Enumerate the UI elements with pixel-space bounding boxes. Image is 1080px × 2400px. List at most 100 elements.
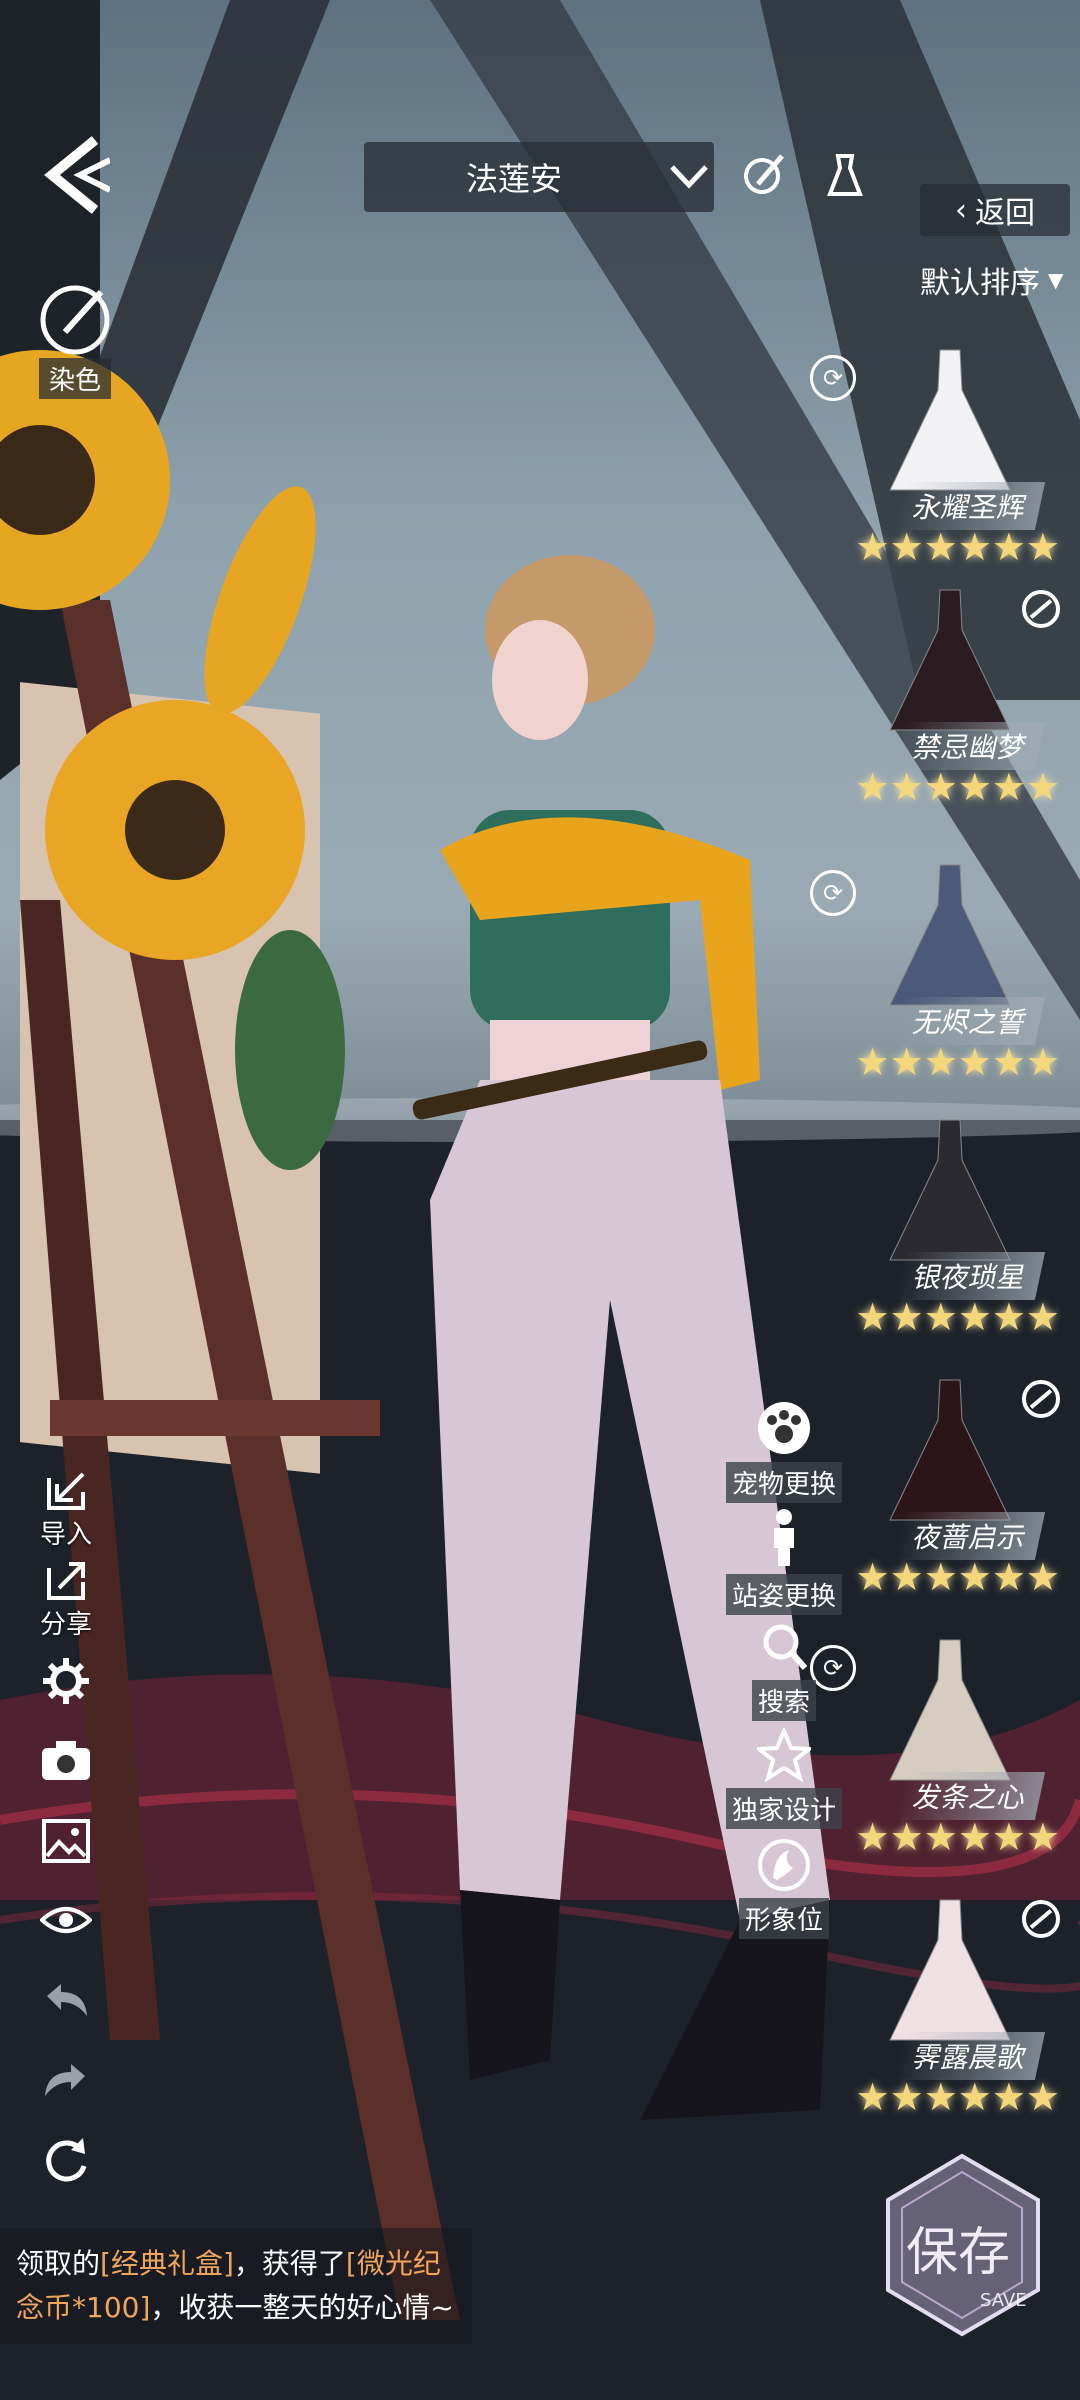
outfit-name: 永耀圣辉 — [894, 482, 1046, 530]
outfit-thumbnail — [889, 1899, 1011, 2041]
star-icon: ★ — [889, 1295, 924, 1339]
paw-icon — [758, 1402, 810, 1454]
save-sub-label: SAVE — [980, 2290, 1027, 2311]
share-button[interactable]: 分享 — [34, 1558, 98, 1641]
character-name: 法莲安 — [465, 160, 562, 198]
image-slot-button[interactable]: 形象位 — [725, 1838, 843, 1939]
star-icon: ★ — [957, 1040, 992, 1084]
settings-button[interactable] — [34, 1656, 98, 1706]
star-icon: ★ — [957, 525, 992, 569]
redo-button[interactable] — [34, 2060, 98, 2100]
star-icon: ★ — [923, 1555, 958, 1599]
star-icon: ★ — [923, 525, 958, 569]
star-icon: ★ — [991, 1295, 1026, 1339]
portrait-icon — [758, 1839, 810, 1891]
star-icon: ★ — [923, 1295, 958, 1339]
message-suffix: ，收获一整天的好心情~ — [150, 2291, 454, 2324]
edit-button[interactable] — [740, 150, 790, 200]
swap-icon[interactable]: ⟳ — [810, 870, 856, 916]
star-icon: ★ — [991, 765, 1026, 809]
star-icon: ★ — [855, 1040, 890, 1084]
star-icon: ★ — [991, 1040, 1026, 1084]
outfit-thumbnail — [889, 864, 1011, 1006]
redo-icon — [45, 2064, 85, 2096]
outfit-name: 无烬之誓 — [894, 997, 1046, 1045]
outfit-star-rating: ★ ★ ★ ★ ★ ★ — [856, 1815, 1060, 1859]
star-outline-icon — [757, 1728, 811, 1782]
star-icon: ★ — [1025, 765, 1060, 809]
swap-icon[interactable]: ⟳ — [810, 355, 856, 401]
outfit-item[interactable]: 夜蔷启示 ★ ★ ★ ★ ★ ★ — [820, 1370, 1060, 1610]
gallery-button[interactable] — [34, 1818, 98, 1864]
pet-change-label: 宠物更换 — [725, 1462, 842, 1503]
undo-button[interactable] — [34, 1980, 98, 2020]
back-arrow-icon: ‹ — [955, 192, 967, 228]
visibility-button[interactable] — [34, 1900, 98, 1940]
reset-button[interactable] — [34, 2136, 98, 2186]
outfit-item[interactable]: 发条之心 ★ ★ ★ ★ ★ ★ ⟳ — [810, 1630, 1060, 1870]
refresh-icon — [46, 2138, 87, 2182]
share-icon — [47, 1562, 85, 1600]
palette-brush-icon — [40, 285, 110, 355]
outfit-item[interactable]: 霁露晨歌 ★ ★ ★ ★ ★ ★ — [820, 1890, 1060, 2130]
search-icon — [763, 1624, 808, 1670]
star-icon: ★ — [889, 1555, 924, 1599]
undo-icon — [47, 1984, 87, 2016]
outfit-item[interactable]: 银夜琐星 ★ ★ ★ ★ ★ ★ — [820, 1110, 1060, 1350]
save-button[interactable]: 保存 SAVE — [880, 2150, 1045, 2340]
star-icon: ★ — [991, 2075, 1026, 2119]
star-icon: ★ — [991, 1555, 1026, 1599]
back-label: 返回 — [975, 196, 1035, 231]
character-selector[interactable]: 法莲安 — [364, 142, 714, 212]
outfit-name: 银夜琐星 — [894, 1252, 1046, 1300]
exclusive-design-button[interactable]: 独家设计 — [725, 1728, 843, 1829]
star-icon: ★ — [855, 1815, 890, 1859]
triangle-down-icon: ▼ — [1048, 268, 1064, 292]
camera-icon — [42, 1741, 90, 1780]
eye-icon — [40, 1907, 92, 1933]
dye-label: 染色 — [38, 358, 111, 399]
outfit-name: 发条之心 — [894, 1772, 1046, 1820]
outfit-button[interactable] — [820, 150, 870, 200]
star-icon: ★ — [957, 2075, 992, 2119]
back-button[interactable]: ‹ 返回 — [920, 184, 1070, 236]
outfit-item[interactable]: 永耀圣辉 ★ ★ ★ ★ ★ ★ ⟳ — [810, 340, 1060, 580]
sort-dropdown[interactable]: 默认排序 ▼ — [920, 258, 1063, 302]
star-icon: ★ — [1025, 1295, 1060, 1339]
share-label: 分享 — [39, 1610, 92, 1640]
outfit-name: 霁露晨歌 — [894, 2032, 1046, 2080]
system-message: 领取的[经典礼盒]，获得了[微光纪念币*100]，收获一整天的好心情~ — [0, 2228, 472, 2344]
outfit-name: 夜蔷启示 — [894, 1512, 1046, 1560]
outfit-thumbnail — [889, 349, 1011, 491]
outfit-thumbnail — [889, 1119, 1011, 1261]
chevron-left-icon — [44, 136, 112, 214]
outfit-star-rating: ★ ★ ★ ★ ★ ★ — [856, 2075, 1060, 2119]
message-prefix: 领取的 — [16, 2247, 101, 2280]
search-button[interactable]: 搜索 — [725, 1620, 843, 1721]
star-icon: ★ — [889, 1815, 924, 1859]
star-icon: ★ — [889, 525, 924, 569]
outfit-thumbnail — [889, 1379, 1011, 1521]
dye-button[interactable]: 染色 — [30, 282, 120, 399]
outfit-star-rating: ★ ★ ★ ★ ★ ★ — [856, 1295, 1060, 1339]
exit-button[interactable] — [40, 130, 112, 220]
outfit-name: 禁忌幽梦 — [894, 722, 1046, 770]
outfit-item[interactable]: 无烬之誓 ★ ★ ★ ★ ★ ★ ⟳ — [810, 855, 1060, 1095]
star-icon: ★ — [855, 525, 890, 569]
star-icon: ★ — [923, 1040, 958, 1084]
outfit-item[interactable]: 禁忌幽梦 ★ ★ ★ ★ ★ ★ — [820, 580, 1060, 820]
image-icon — [42, 1819, 90, 1863]
star-icon: ★ — [855, 765, 890, 809]
import-button[interactable]: 导入 — [34, 1468, 98, 1551]
star-icon: ★ — [855, 2075, 890, 2119]
star-icon: ★ — [923, 765, 958, 809]
image-slot-label: 形象位 — [738, 1898, 829, 1939]
message-middle: ，获得了 — [233, 2247, 346, 2280]
pose-change-button[interactable]: 站姿更换 — [725, 1508, 843, 1615]
pet-change-button[interactable]: 宠物更换 — [725, 1400, 843, 1503]
chevron-down-icon — [670, 165, 708, 189]
star-icon: ★ — [957, 1295, 992, 1339]
save-label: 保存 — [906, 2223, 1011, 2283]
camera-button[interactable] — [34, 1738, 98, 1782]
game-scene: 染色 法莲安 ‹ 返回 默认排序 ▼ 永耀圣辉 ★ ★ ★ ★ ★ ★ ⟳ 禁忌幽梦 ★ ★ ★ ★ ★ ★… — [0, 0, 1080, 2400]
